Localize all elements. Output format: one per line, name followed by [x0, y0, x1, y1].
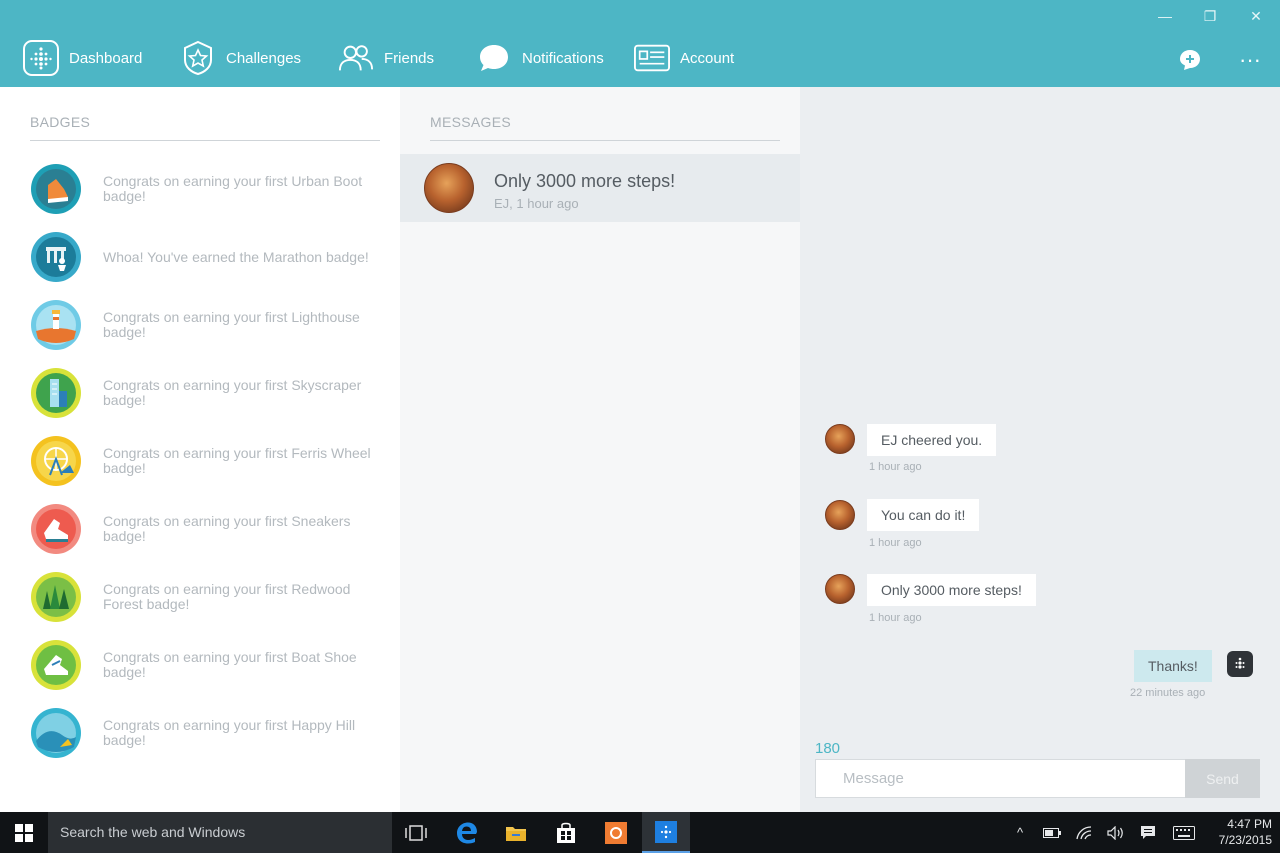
badge-item[interactable]: Congrats on earning your first Urban Boo…	[30, 163, 390, 215]
nav-friends[interactable]: Friends	[338, 40, 434, 76]
badge-item[interactable]: Congrats on earning your first Redwood F…	[30, 571, 390, 623]
chat-bubble: EJ cheered you.	[867, 424, 997, 456]
message-input[interactable]	[815, 759, 1186, 798]
redwood-forest-badge-icon	[31, 572, 81, 622]
boat-shoe-badge-icon	[31, 640, 81, 690]
nav-challenges[interactable]: Challenges	[180, 40, 301, 76]
messages-panel: MESSAGES Only 3000 more steps! EJ, 1 hou…	[400, 87, 800, 812]
more-icon[interactable]: ···	[1238, 48, 1262, 72]
badge-text: Whoa! You've earned the Marathon badge!	[103, 248, 369, 265]
orange-app-icon[interactable]	[592, 812, 640, 853]
chat-timestamp: 22 minutes ago	[1130, 687, 1206, 699]
badge-text: Congrats on earning your first Ferris Wh…	[103, 445, 371, 476]
badge-text: Congrats on earning your first Skyscrape…	[103, 377, 362, 408]
nav-label: Challenges	[226, 49, 302, 67]
divider	[430, 140, 780, 141]
clock-time: 4:47 PM	[1227, 817, 1272, 831]
ferris-wheel-badge-icon	[31, 436, 81, 486]
badge-item[interactable]: Congrats on earning your first Happy Hil…	[30, 707, 390, 759]
id-card-icon	[634, 40, 670, 76]
add-message-icon[interactable]	[1178, 48, 1202, 72]
badge-item[interactable]: Congrats on earning your first Boat Shoe…	[30, 639, 390, 691]
badge-item[interactable]: Congrats on earning your first Sneakers …	[30, 503, 390, 555]
badge-text: Congrats on earning your first Boat Shoe…	[103, 649, 357, 680]
chat-bubble: Only 3000 more steps!	[867, 574, 1036, 606]
nav-label: Dashboard	[69, 49, 143, 67]
chat-timestamp: 1 hour ago	[869, 537, 922, 549]
nav-label: Account	[680, 49, 735, 67]
badge-item[interactable]: Whoa! You've earned the Marathon badge!	[30, 231, 390, 283]
skyscraper-badge-icon	[31, 368, 81, 418]
friends-icon	[338, 40, 374, 76]
wifi-icon[interactable]	[1070, 812, 1098, 853]
store-icon[interactable]	[542, 812, 590, 853]
marathon-badge-icon	[31, 232, 81, 282]
keyboard-icon[interactable]	[1170, 812, 1198, 853]
action-center-icon[interactable]	[1134, 812, 1162, 853]
urban-boot-badge-icon	[31, 164, 81, 214]
tray-chevron-icon[interactable]: ^	[1006, 812, 1034, 853]
lighthouse-badge-icon	[31, 300, 81, 350]
battery-icon[interactable]	[1038, 812, 1066, 853]
avatar	[825, 500, 855, 530]
nav-label: Notifications	[522, 49, 604, 67]
chat-timestamp: 1 hour ago	[869, 461, 922, 473]
nav-label: Friends	[384, 49, 435, 67]
character-count: 180	[815, 740, 841, 757]
nav-notifications[interactable]: Notifications	[476, 40, 604, 76]
edge-icon[interactable]	[443, 812, 491, 853]
badge-text: Congrats on earning your first Redwood F…	[103, 581, 351, 612]
chat-bubble-own: Thanks!	[1134, 650, 1212, 682]
volume-icon[interactable]	[1102, 812, 1130, 853]
title-bar: — ❐ ✕ Dashboard Challenges Friends Notif…	[0, 0, 1280, 87]
user-avatar-icon	[1227, 651, 1253, 677]
message-title: Only 3000 more steps!	[494, 171, 676, 191]
fitbit-app-icon[interactable]	[642, 812, 690, 853]
task-view-icon[interactable]	[392, 812, 440, 853]
happy-hill-badge-icon	[31, 708, 81, 758]
badge-text: Congrats on earning your first Happy Hil…	[103, 717, 356, 748]
star-shield-icon	[180, 40, 216, 76]
chat-timestamp: 1 hour ago	[869, 612, 922, 624]
nav-account[interactable]: Account	[634, 40, 734, 76]
conversation-panel: EJ cheered you. 1 hour ago You can do it…	[800, 87, 1280, 812]
divider	[30, 140, 380, 141]
messages-title: MESSAGES	[430, 114, 511, 130]
speech-bubble-icon	[476, 40, 512, 76]
minimize-button[interactable]: —	[1150, 6, 1180, 26]
badge-item[interactable]: Congrats on earning your first Lighthous…	[30, 299, 390, 351]
send-button[interactable]: Send	[1185, 759, 1260, 798]
badge-text: Congrats on earning your first Sneakers …	[103, 513, 351, 544]
avatar	[825, 424, 855, 454]
taskbar: Search the web and Windows ^ 4:47 PM 7/2…	[0, 812, 1280, 853]
badge-item[interactable]: Congrats on earning your first Ferris Wh…	[30, 435, 390, 487]
nav-dashboard[interactable]: Dashboard	[23, 40, 142, 76]
badges-title: BADGES	[30, 114, 91, 130]
chat-bubble: You can do it!	[867, 499, 980, 531]
clock[interactable]: 4:47 PM 7/23/2015	[1202, 816, 1272, 848]
file-explorer-icon[interactable]	[492, 812, 540, 853]
close-button[interactable]: ✕	[1241, 6, 1271, 26]
restore-button[interactable]: ❐	[1195, 6, 1225, 26]
message-list-item[interactable]: Only 3000 more steps! EJ, 1 hour ago	[400, 154, 800, 222]
badges-panel: BADGES Congrats on earning your first Ur…	[0, 87, 400, 812]
badge-text: Congrats on earning your first Lighthous…	[103, 309, 360, 340]
dashboard-dots-icon	[23, 40, 59, 76]
badge-text: Congrats on earning your first Urban Boo…	[103, 173, 363, 204]
taskbar-search[interactable]: Search the web and Windows	[48, 812, 392, 853]
badge-item[interactable]: Congrats on earning your first Skyscrape…	[30, 367, 390, 419]
sneakers-badge-icon	[31, 504, 81, 554]
avatar	[825, 574, 855, 604]
message-subtitle: EJ, 1 hour ago	[494, 196, 579, 211]
windows-start-icon[interactable]	[0, 812, 48, 853]
clock-date: 7/23/2015	[1218, 833, 1272, 847]
avatar	[424, 163, 474, 213]
